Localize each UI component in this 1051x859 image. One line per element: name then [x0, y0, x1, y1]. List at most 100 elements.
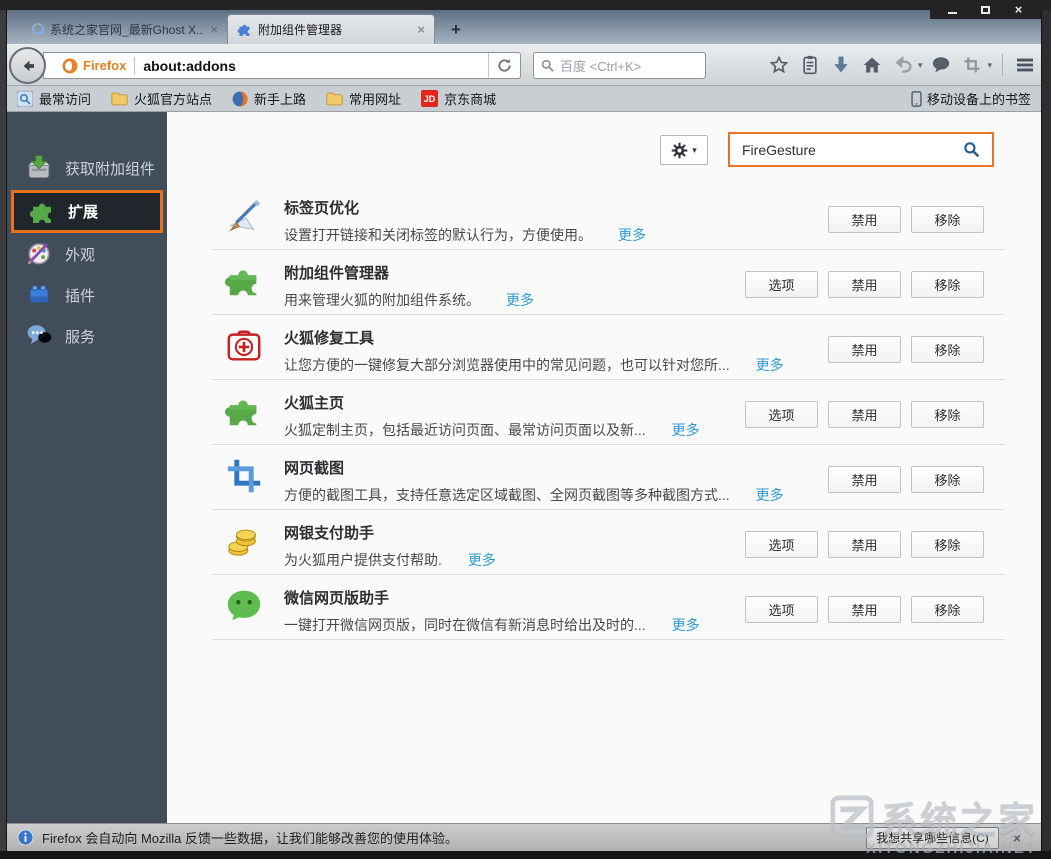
close-button[interactable]: ×	[1002, 1, 1035, 18]
addons-search-input[interactable]	[742, 142, 963, 158]
tab-xitongzhijia[interactable]: 系统之家官网_最新Ghost X... ×	[23, 14, 227, 44]
menu-button[interactable]	[1013, 52, 1037, 78]
feedback-bubble-button[interactable]	[929, 52, 953, 78]
browser-search-bar[interactable]: 百度 <Ctrl+K>	[533, 52, 706, 79]
notification-close-icon[interactable]: ×	[1013, 830, 1021, 846]
remove-button[interactable]: 移除	[911, 336, 984, 363]
addon-row[interactable]: 网页截图方便的截图工具，支持任意选定区域截图、全网页截图等多种截图方式...更多…	[212, 445, 1005, 510]
new-tab-button[interactable]: +	[441, 20, 471, 40]
remove-button[interactable]: 移除	[911, 206, 984, 233]
more-link[interactable]: 更多	[468, 552, 496, 568]
url-text[interactable]: about:addons	[143, 58, 488, 74]
disable-button[interactable]: 禁用	[828, 271, 901, 298]
addon-row[interactable]: 附加组件管理器用来管理火狐的附加组件系统。更多选项禁用移除	[212, 250, 1005, 315]
addon-description-line: 让您方便的一键修复大部分浏览器使用中的常见问题，也可以针对您所... 更多	[284, 355, 828, 375]
info-icon	[17, 829, 34, 846]
mobile-bookmarks-label: 移动设备上的书签	[927, 89, 1031, 108]
window-frame-left	[0, 10, 7, 859]
bookmark-getting-started[interactable]: 新手上路	[232, 89, 306, 108]
tab-close-icon[interactable]: ×	[210, 22, 218, 37]
remove-button[interactable]: 移除	[911, 401, 984, 428]
addon-row[interactable]: 标签页优化设置打开链接和关闭标签的默认行为，方便使用。更多禁用移除	[212, 185, 1005, 250]
close-icon: ×	[1015, 3, 1023, 16]
disable-button[interactable]: 禁用	[828, 466, 901, 493]
mobile-bookmarks[interactable]: 移动设备上的书签	[911, 89, 1031, 108]
choose-what-i-share-button[interactable]: 我想共享哪些信息(C)	[866, 827, 999, 849]
tab-close-icon[interactable]: ×	[417, 22, 425, 37]
sidebar-item-plugins[interactable]: 插件	[7, 275, 167, 316]
addon-row[interactable]: 火狐修复工具让您方便的一键修复大部分浏览器使用中的常见问题，也可以针对您所...…	[212, 315, 1005, 380]
url-bar[interactable]: Firefox about:addons	[43, 52, 521, 79]
disable-button[interactable]: 禁用	[828, 206, 901, 233]
remove-button[interactable]: 移除	[911, 531, 984, 558]
addon-row[interactable]: 火狐主页火狐定制主页，包括最近访问页面、最常访问页面以及新...更多选项禁用移除	[212, 380, 1005, 445]
more-link[interactable]: 更多	[756, 357, 784, 373]
remove-button[interactable]: 移除	[911, 271, 984, 298]
home-button[interactable]	[860, 52, 884, 78]
green-puzzle-icon	[224, 391, 264, 431]
more-link[interactable]: 更多	[672, 617, 700, 633]
window-frame-bottom	[0, 851, 1051, 859]
loading-spinner-icon	[32, 23, 44, 35]
options-button[interactable]: 选项	[745, 401, 818, 428]
options-button[interactable]: 选项	[745, 271, 818, 298]
bookmark-most-visited[interactable]: 最常访问	[17, 89, 91, 108]
more-link[interactable]: 更多	[618, 227, 646, 243]
firefox-badge[interactable]: Firefox	[62, 58, 126, 74]
more-link[interactable]: 更多	[672, 422, 700, 438]
search-placeholder: 百度 <Ctrl+K>	[560, 56, 641, 75]
bookmark-star-button[interactable]	[767, 52, 791, 78]
get-addons-icon	[26, 154, 52, 184]
bookmark-label: 新手上路	[254, 89, 306, 108]
reload-button[interactable]	[488, 53, 520, 78]
downloads-button[interactable]	[829, 52, 853, 78]
bookmark-folder-firefox-official[interactable]: 火狐官方站点	[111, 89, 212, 108]
addon-row[interactable]: 网银支付助手为火狐用户提供支付帮助.更多选项禁用移除	[212, 510, 1005, 575]
remove-button[interactable]: 移除	[911, 466, 984, 493]
screenshot-tool-button[interactable]	[960, 52, 984, 78]
disable-button[interactable]: 禁用	[828, 596, 901, 623]
undo-dropdown-caret[interactable]: ▾	[918, 60, 923, 71]
reload-icon	[497, 58, 512, 73]
minimize-button[interactable]	[936, 1, 969, 18]
more-link[interactable]: 更多	[506, 292, 534, 308]
disable-button[interactable]: 禁用	[828, 401, 901, 428]
gear-dropdown-caret: ▾	[692, 145, 697, 156]
tab-addons-manager[interactable]: 附加组件管理器 ×	[227, 14, 435, 44]
addon-info: 网页截图方便的截图工具，支持任意选定区域截图、全网页截图等多种截图方式...更多	[284, 456, 828, 505]
sidebar-item-appearance[interactable]: 外观	[7, 234, 167, 275]
disable-button[interactable]: 禁用	[828, 336, 901, 363]
more-link[interactable]: 更多	[756, 487, 784, 503]
remove-button[interactable]: 移除	[911, 596, 984, 623]
sidebar-item-label: 外观	[65, 244, 95, 265]
sidebar-item-extensions[interactable]: 扩展	[11, 190, 163, 233]
disable-button[interactable]: 禁用	[828, 531, 901, 558]
url-divider	[134, 57, 135, 74]
addon-description: 为火狐用户提供支付帮助.	[284, 552, 442, 568]
window-controls: ×	[930, 0, 1041, 19]
options-button[interactable]: 选项	[745, 596, 818, 623]
addon-description-line: 一键打开微信网页版，同时在微信有新消息时给出及时的... 更多	[284, 615, 745, 635]
back-button[interactable]	[9, 47, 46, 84]
bookmark-folder-common-sites[interactable]: 常用网址	[326, 89, 401, 108]
tab-bar: 系统之家官网_最新Ghost X... × 附加组件管理器 × +	[7, 10, 1041, 44]
undo-history-button[interactable]	[891, 52, 915, 78]
addon-buttons: 选项禁用移除	[745, 596, 984, 623]
bookmark-jd[interactable]: JD 京东商城	[421, 89, 496, 108]
addon-list: 标签页优化设置打开链接和关闭标签的默认行为，方便使用。更多禁用移除附加组件管理器…	[212, 185, 1005, 640]
screenshot-dropdown-caret[interactable]: ▾	[987, 60, 992, 71]
addon-description: 让您方便的一键修复大部分浏览器使用中的常见问题，也可以针对您所...	[284, 357, 730, 373]
bookmarks-menu-button[interactable]	[798, 52, 822, 78]
sidebar-item-services[interactable]: 服务	[7, 316, 167, 357]
options-button[interactable]: 选项	[745, 531, 818, 558]
firstaid-icon	[224, 326, 264, 366]
addon-description: 一键打开微信网页版，同时在微信有新消息时给出及时的...	[284, 617, 646, 633]
addons-search-icon[interactable]	[963, 141, 980, 158]
addon-description-line: 设置打开链接和关闭标签的默认行为，方便使用。更多	[284, 225, 828, 245]
maximize-button[interactable]	[969, 1, 1002, 18]
sidebar-item-get-addons[interactable]: 获取附加组件	[7, 148, 167, 189]
addons-search-field[interactable]	[728, 132, 994, 167]
tab-label: 系统之家官网_最新Ghost X...	[50, 21, 204, 38]
tools-for-addons-button[interactable]: ▾	[660, 135, 708, 165]
addon-row[interactable]: 微信网页版助手一键打开微信网页版，同时在微信有新消息时给出及时的...更多选项禁…	[212, 575, 1005, 640]
